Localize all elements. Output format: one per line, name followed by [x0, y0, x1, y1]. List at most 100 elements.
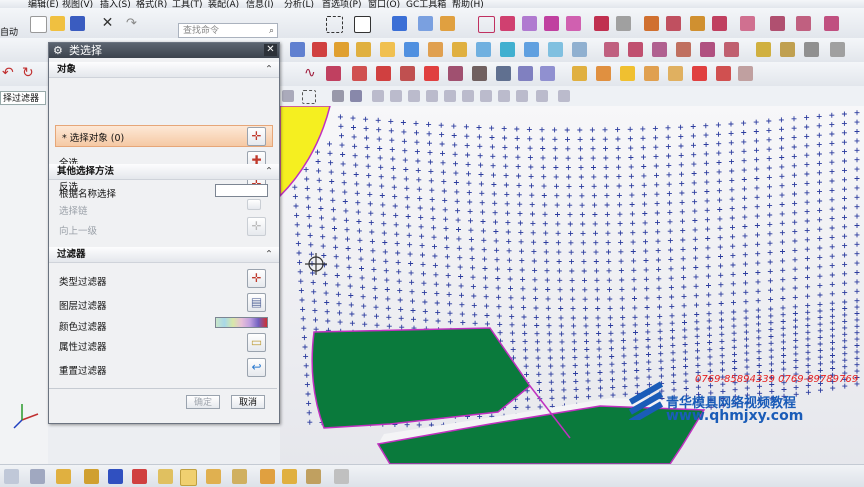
layer-filter-button[interactable]: ▤	[247, 293, 266, 312]
open-folder-icon[interactable]	[50, 16, 65, 31]
cancel-button[interactable]: 取消	[231, 395, 265, 409]
hole-icon[interactable]	[692, 66, 707, 81]
wand-icon[interactable]	[84, 469, 99, 484]
bounded-grid-icon[interactable]	[558, 90, 570, 102]
paste-icon[interactable]	[232, 469, 247, 484]
chamfer-icon[interactable]	[500, 42, 515, 57]
grid-surface-icon[interactable]	[472, 66, 487, 81]
gear-icon[interactable]: ⚙	[53, 43, 63, 58]
select-object-row[interactable]: * 选择对象 (0)	[55, 125, 273, 147]
collapse-up-icon[interactable]: ⌃	[265, 62, 273, 77]
feature-select-icon[interactable]	[180, 469, 197, 486]
chain-icon[interactable]	[260, 469, 275, 484]
settings-icon[interactable]	[804, 42, 819, 57]
snap-icon[interactable]	[332, 90, 344, 102]
groove-icon[interactable]	[716, 66, 731, 81]
solid-cube-icon[interactable]	[572, 66, 587, 81]
layer-icon[interactable]	[30, 469, 45, 484]
crosshair-select-button[interactable]: ✛	[247, 127, 266, 146]
view-layout-icon[interactable]	[354, 16, 371, 33]
home-view-icon[interactable]	[4, 469, 19, 484]
intersect-icon[interactable]	[452, 42, 467, 57]
sew-icon[interactable]	[738, 66, 753, 81]
collapse-up-icon[interactable]: ⌃	[265, 164, 273, 179]
section-icon[interactable]	[712, 16, 727, 31]
join-icon[interactable]	[424, 66, 439, 81]
mirror-icon[interactable]	[572, 42, 587, 57]
part-nav-icon[interactable]	[418, 16, 433, 31]
shaded-icon[interactable]	[350, 90, 362, 102]
through-curves-icon[interactable]	[496, 66, 511, 81]
extrude-icon[interactable]	[290, 42, 305, 57]
link-icon[interactable]	[282, 469, 297, 484]
subtract-icon[interactable]	[428, 42, 443, 57]
slot-icon[interactable]	[668, 66, 683, 81]
reset-filter-button[interactable]: ↩	[247, 358, 266, 377]
existing-point-icon[interactable]	[498, 90, 510, 102]
unite-icon[interactable]	[404, 42, 419, 57]
block-icon[interactable]	[334, 42, 349, 57]
extend-icon[interactable]	[376, 66, 391, 81]
assembly-select-icon[interactable]	[158, 469, 173, 484]
select-chain-checkbox[interactable]	[247, 199, 261, 210]
pattern-icon[interactable]	[548, 42, 563, 57]
pointer-icon[interactable]	[282, 90, 294, 102]
snap-toggle-icon[interactable]	[132, 469, 147, 484]
spline-edit-icon[interactable]	[326, 66, 341, 81]
view-orient-icon[interactable]	[334, 469, 349, 484]
swept-icon[interactable]	[518, 66, 533, 81]
mid-point-icon[interactable]	[408, 90, 420, 102]
select-by-name-input[interactable]	[215, 184, 268, 197]
unit-icon[interactable]	[756, 42, 771, 57]
extract-icon[interactable]	[306, 469, 321, 484]
analysis-icon[interactable]	[666, 16, 681, 31]
quadrant-icon[interactable]	[480, 90, 492, 102]
project-curve-icon[interactable]	[700, 42, 715, 57]
trim-icon[interactable]	[594, 16, 609, 31]
command-search-input[interactable]: 查找命令 ⌕	[178, 23, 278, 38]
snap-point-icon[interactable]	[372, 90, 384, 102]
cube-blue-icon[interactable]	[392, 16, 407, 31]
section-filter[interactable]: 过滤器 ⌃	[49, 247, 279, 263]
attribute-filter-button[interactable]: ▭	[247, 333, 266, 352]
box-select-icon[interactable]	[302, 90, 316, 104]
edit-curve-icon[interactable]	[566, 16, 581, 31]
offset-curve-icon[interactable]	[724, 42, 739, 57]
body-select-icon[interactable]	[206, 469, 221, 484]
sketch-tool-icon[interactable]	[500, 16, 515, 31]
intersection-icon[interactable]	[444, 90, 456, 102]
mesh-icon[interactable]	[616, 16, 631, 31]
new-file-icon[interactable]	[30, 16, 47, 33]
color-filter-swatch[interactable]	[215, 317, 268, 328]
surface-tool-icon[interactable]	[522, 16, 537, 31]
fillet-curve-icon[interactable]	[676, 42, 691, 57]
collapse-up-icon[interactable]: ⌃	[265, 247, 273, 262]
shell-icon[interactable]	[476, 42, 491, 57]
divide-icon[interactable]	[400, 66, 415, 81]
spline-icon[interactable]	[652, 42, 667, 57]
center-icon[interactable]	[462, 90, 474, 102]
box-icon[interactable]	[596, 66, 611, 81]
mirror-plane-icon[interactable]	[108, 469, 123, 484]
ok-button[interactable]: 确定	[186, 395, 220, 409]
type-filter-dropdown[interactable]: 择过滤器	[0, 91, 46, 105]
measure-icon[interactable]	[644, 16, 659, 31]
draft-icon[interactable]	[524, 42, 539, 57]
feature-icon[interactable]	[740, 16, 755, 31]
end-point-icon[interactable]	[390, 90, 402, 102]
close-x-icon[interactable]: ✕	[100, 16, 115, 31]
trim-curve-icon[interactable]	[352, 66, 367, 81]
assembly-icon[interactable]	[440, 16, 455, 31]
wave-icon[interactable]	[770, 16, 785, 31]
pin-icon[interactable]	[780, 42, 795, 57]
type-filter-button[interactable]: ✛	[247, 269, 266, 288]
cut-icon[interactable]	[312, 42, 327, 57]
point-on-face-icon[interactable]	[536, 90, 548, 102]
curve-wave-icon[interactable]: ∿	[304, 66, 319, 81]
section-object[interactable]: 对象 ⌃	[49, 62, 279, 78]
close-icon[interactable]: ✕	[264, 44, 277, 56]
select-box-icon[interactable]	[326, 16, 343, 33]
undo-arc-icon[interactable]: ↶	[2, 66, 17, 81]
rotate-icon[interactable]: ↻	[22, 66, 37, 81]
bridge-icon[interactable]	[448, 66, 463, 81]
